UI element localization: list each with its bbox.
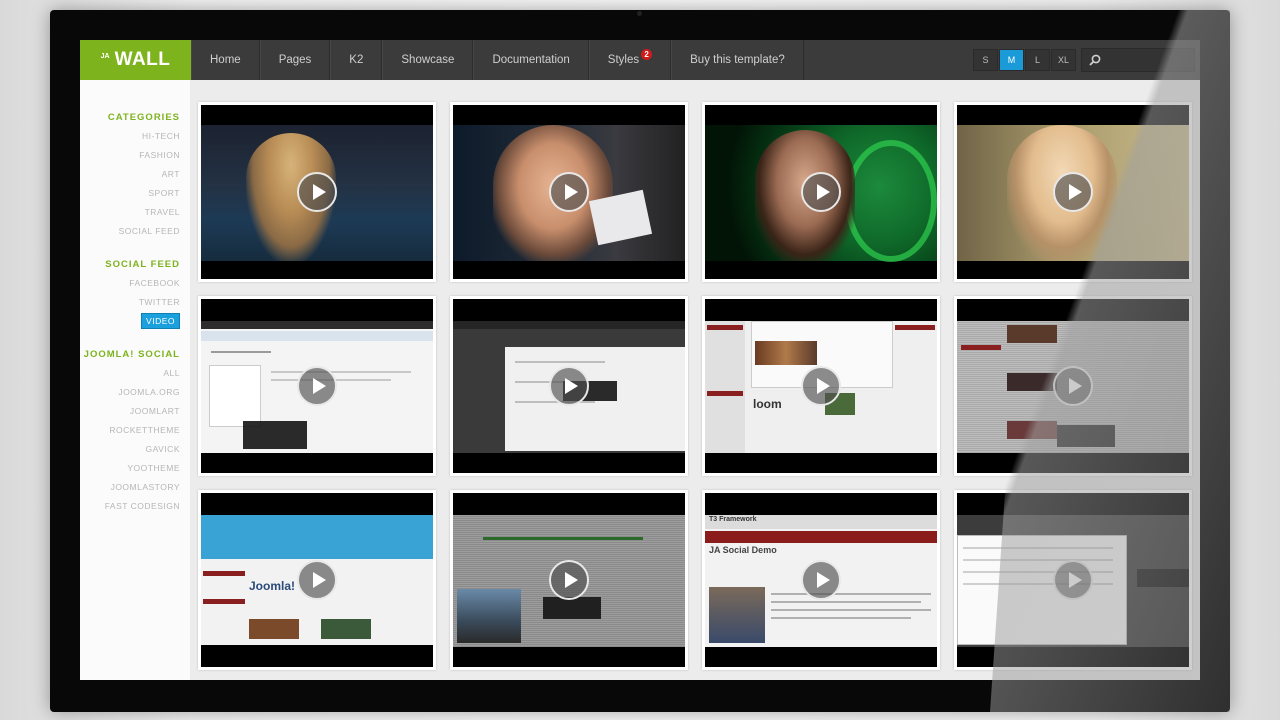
video-tile[interactable] [702, 102, 940, 282]
site-logo[interactable]: JA WALL [80, 40, 191, 80]
video-grid: loom Joomla! T3 Framework JA Social Demo [198, 102, 1198, 680]
category-travel[interactable]: TRAVEL [80, 203, 180, 222]
video-tile[interactable] [198, 102, 436, 282]
play-icon[interactable] [801, 560, 841, 600]
video-tile[interactable] [450, 102, 688, 282]
social-feed-heading: SOCIAL FEED [105, 259, 180, 270]
video-tile[interactable]: T3 Framework JA Social Demo [702, 490, 940, 670]
video-caption [1137, 569, 1189, 587]
play-icon[interactable] [549, 172, 589, 212]
nav-documentation[interactable]: Documentation [473, 40, 589, 80]
top-navigation-bar: JA WALL Home Pages K2 Showcase Documenta… [80, 40, 1200, 80]
video-tile[interactable]: Joomla! [198, 490, 436, 670]
feed-facebook[interactable]: FACEBOOK [80, 274, 180, 293]
category-hi-tech[interactable]: HI-TECH [80, 127, 180, 146]
joomla-gavick[interactable]: GAVICK [80, 440, 180, 459]
sidebar: CATEGORIES HI-TECH FASHION ART SPORT TRA… [80, 80, 190, 680]
category-sport[interactable]: SPORT [80, 184, 180, 203]
t3-brand-text: T3 Framework [709, 516, 757, 523]
nav-showcase-label: Showcase [401, 54, 455, 66]
video-caption [543, 597, 601, 619]
play-icon[interactable] [297, 366, 337, 406]
joomla-joomlart[interactable]: JOOMLART [80, 402, 180, 421]
play-icon[interactable] [297, 560, 337, 600]
monitor-frame: JA WALL Home Pages K2 Showcase Documenta… [50, 10, 1230, 712]
play-icon[interactable] [801, 366, 841, 406]
feed-video[interactable]: VIDEO [80, 312, 180, 331]
video-tile[interactable] [954, 296, 1192, 476]
size-xl-button[interactable]: XL [1051, 49, 1076, 71]
joomla-logo-text: Joomla! [249, 579, 296, 593]
logo-prefix: JA [100, 52, 110, 60]
video-tile[interactable] [954, 490, 1192, 670]
nav-pages[interactable]: Pages [259, 40, 331, 80]
nav-k2[interactable]: K2 [330, 40, 383, 80]
video-tile[interactable] [450, 296, 688, 476]
nav-documentation-label: Documentation [492, 54, 570, 66]
category-social-feed[interactable]: SOCIAL FEED [80, 222, 180, 241]
t3-title-text: JA Social Demo [709, 545, 777, 555]
nav-styles[interactable]: Styles 2 [588, 40, 672, 80]
feed-video-label: VIDEO [141, 313, 180, 329]
styles-count-badge: 2 [641, 49, 653, 60]
nav-buy-template[interactable]: Buy this template? [671, 40, 804, 80]
joomla-social-heading: JOOMLA! SOCIAL [83, 349, 180, 360]
play-icon[interactable] [549, 366, 589, 406]
nav-home-label: Home [210, 54, 241, 66]
video-caption [1057, 425, 1115, 447]
nav-buy-template-label: Buy this template? [690, 54, 785, 66]
nav-home[interactable]: Home [191, 40, 260, 80]
nav-styles-label: Styles [607, 54, 640, 66]
nav-pages-label: Pages [278, 54, 312, 66]
joomla-joomlastory[interactable]: JOOMLASTORY [80, 478, 180, 497]
layout-size-switcher: S M L XL [973, 49, 1077, 71]
joomla-all[interactable]: ALL [80, 364, 180, 383]
play-icon[interactable] [297, 172, 337, 212]
size-m-button[interactable]: M [999, 49, 1024, 71]
joomla-rockettheme[interactable]: ROCKETTHEME [80, 421, 180, 440]
nav-k2-label: K2 [349, 54, 364, 66]
video-caption [243, 421, 307, 449]
video-tile[interactable] [954, 102, 1192, 282]
play-icon[interactable] [1053, 172, 1093, 212]
joomla-org[interactable]: JOOMLA.ORG [80, 383, 180, 402]
video-tile[interactable] [450, 490, 688, 670]
play-icon[interactable] [1053, 560, 1093, 600]
joomla-fast-codesign[interactable]: FAST CODESIGN [80, 497, 180, 516]
search-icon [1089, 54, 1101, 66]
play-icon[interactable] [549, 560, 589, 600]
play-icon[interactable] [801, 172, 841, 212]
size-l-button[interactable]: L [1025, 49, 1050, 71]
logo-name: WALL [114, 49, 171, 70]
nav-showcase[interactable]: Showcase [382, 40, 474, 80]
sidebar-menu: CATEGORIES HI-TECH FASHION ART SPORT TRA… [80, 108, 180, 516]
video-tile[interactable]: loom [702, 296, 940, 476]
video-tile[interactable] [198, 296, 436, 476]
size-s-button[interactable]: S [973, 49, 998, 71]
main-menu: Home Pages K2 Showcase Documentation Sty… [191, 40, 804, 80]
feed-twitter[interactable]: TWITTER [80, 293, 180, 312]
webcam [637, 11, 642, 16]
category-fashion[interactable]: FASHION [80, 146, 180, 165]
website-screen: JA WALL Home Pages K2 Showcase Documenta… [80, 40, 1200, 680]
search-input[interactable] [1081, 48, 1195, 72]
category-art[interactable]: ART [80, 165, 180, 184]
categories-heading: CATEGORIES [107, 112, 180, 123]
joomla-yootheme[interactable]: YOOTHEME [80, 459, 180, 478]
play-icon[interactable] [1053, 366, 1093, 406]
